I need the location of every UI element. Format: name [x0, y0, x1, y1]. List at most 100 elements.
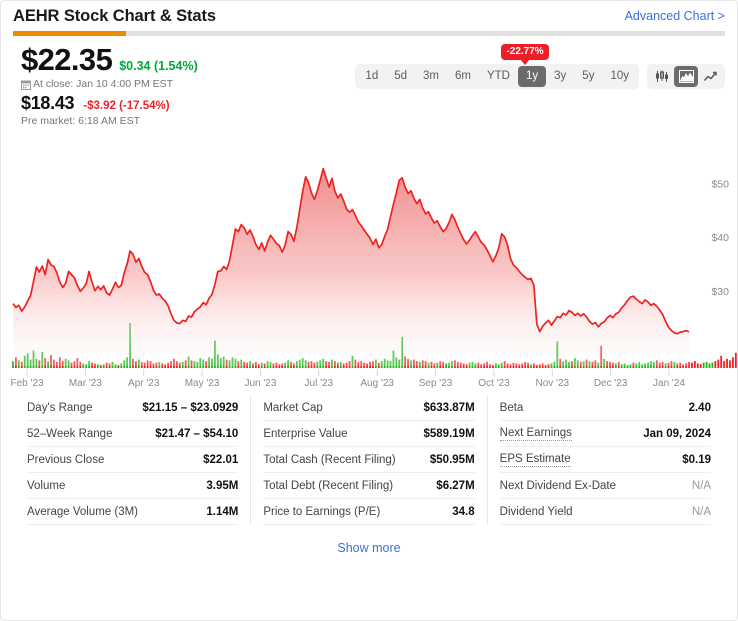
- x-axis-label: Dec '23: [593, 378, 628, 390]
- stat-value: 34.8: [452, 505, 475, 518]
- price-chart[interactable]: $30 $40 $50 Feb '23 Mar '23 Apr '23 May '23 Ju…: [1, 133, 737, 391]
- volume-bar: [723, 361, 726, 369]
- stat-label: Total Debt (Recent Filing): [263, 479, 394, 492]
- stat-label: Enterprise Value: [263, 427, 348, 440]
- premarket-price: $18.43: [21, 92, 75, 113]
- range-button-10y[interactable]: 10y: [602, 66, 637, 87]
- stat-label[interactable]: Next Earnings: [499, 427, 572, 441]
- volume-bar: [720, 355, 723, 369]
- period-change-badge: -22.77%: [501, 44, 549, 65]
- stat-value: 3.95M: [206, 479, 239, 492]
- stat-value: $50.95M: [429, 453, 475, 466]
- price-area: [13, 168, 689, 367]
- stat-value: Jan 09, 2024: [643, 427, 711, 440]
- stat-label: Price to Earnings (P/E): [263, 505, 381, 518]
- page-title: AEHR Stock Chart & Stats: [13, 6, 216, 25]
- x-axis-label: May '23: [184, 378, 220, 390]
- volume-bar: [714, 361, 717, 369]
- stat-value: 1.14M: [206, 505, 239, 518]
- chart-type-selector: [647, 64, 725, 89]
- stat-value: $21.47 – $54.10: [155, 427, 239, 440]
- quote-row: $22.35 $0.34 (1.54%) At close: Jan 10 4:…: [1, 36, 737, 127]
- stat-label: Average Volume (3M): [27, 505, 139, 518]
- advanced-chart-link[interactable]: Advanced Chart >: [625, 9, 725, 23]
- range-button-6m[interactable]: 6m: [447, 66, 479, 87]
- candlestick-chart-icon[interactable]: [650, 66, 674, 87]
- stat-row: Next Earnings Jan 09, 2024: [499, 421, 711, 448]
- stat-label: Volume: [27, 479, 66, 492]
- volume-bar: [717, 359, 720, 369]
- stat-label[interactable]: EPS Estimate: [499, 453, 571, 467]
- show-more-link[interactable]: Show more: [337, 541, 400, 555]
- quote-block: $22.35 $0.34 (1.54%) At close: Jan 10 4:…: [15, 42, 198, 128]
- volume-bar: [702, 362, 705, 369]
- range-button-5d[interactable]: 5d: [386, 66, 415, 87]
- x-axis-label: Sep '23: [418, 378, 453, 390]
- range-button-1d[interactable]: 1d: [357, 66, 386, 87]
- stat-label: Total Cash (Recent Filing): [263, 453, 396, 466]
- stat-value: N/A: [691, 479, 711, 492]
- stat-label: Dividend Yield: [499, 505, 573, 518]
- x-axis-label: Oct '23: [478, 378, 510, 390]
- volume-bar: [731, 357, 734, 369]
- range-button-3m[interactable]: 3m: [415, 66, 447, 87]
- range-button-3y[interactable]: 3y: [546, 66, 574, 87]
- volume-bar: [693, 361, 696, 369]
- volume-bar: [711, 362, 714, 369]
- range-button-1y[interactable]: 1y: [517, 66, 547, 87]
- stat-label: Day's Range: [27, 401, 93, 414]
- stat-label: Beta: [499, 401, 524, 414]
- y-axis-label: $40: [711, 232, 729, 244]
- range-button-5y[interactable]: 5y: [574, 66, 602, 87]
- range-button-ytd[interactable]: YTD: [479, 66, 518, 87]
- stat-row: Market Cap $633.87M: [263, 395, 475, 422]
- close-note-row: At close: Jan 10 4:00 PM EST: [21, 78, 198, 90]
- volume-bar: [726, 358, 728, 369]
- stat-row: Dividend Yield N/A: [499, 499, 711, 526]
- line-chart-icon[interactable]: [698, 66, 722, 87]
- stat-value: $633.87M: [423, 401, 475, 414]
- volume-bar: [691, 362, 693, 369]
- price-change: $0.34 (1.54%): [119, 59, 198, 73]
- x-axis-label: Feb '23: [10, 378, 44, 390]
- x-axis-label: Jun '23: [244, 378, 277, 390]
- stat-value: $6.27M: [436, 479, 475, 492]
- stat-label: Previous Close: [27, 453, 105, 466]
- stat-label: Next Dividend Ex-Date: [499, 479, 616, 492]
- x-axis-label: Jan '24: [653, 378, 685, 390]
- stat-row: Volume 3.95M: [27, 473, 239, 500]
- stats-grid: Day's Range $21.15 – $23.0929 52–Week Rang…: [1, 391, 737, 526]
- volume-bar: [708, 363, 711, 369]
- volume-bar: [699, 364, 702, 369]
- x-axis-label: Jul '23: [304, 378, 334, 390]
- close-note: At close: Jan 10 4:00 PM EST: [33, 77, 174, 90]
- current-price: $22.35: [21, 42, 113, 77]
- area-chart-icon[interactable]: [674, 66, 698, 87]
- calendar-icon: [21, 80, 31, 90]
- stat-row: Total Cash (Recent Filing) $50.95M: [263, 447, 475, 474]
- stat-row: 52–Week Range $21.47 – $54.10: [27, 421, 239, 448]
- x-axis-label: Mar '23: [68, 378, 102, 390]
- stats-column-1: Day's Range $21.15 – $23.0929 52–Week Rang…: [15, 395, 250, 526]
- stat-value: 2.40: [688, 401, 711, 414]
- stat-value: $0.19: [682, 453, 711, 466]
- stat-row: Price to Earnings (P/E) 34.8: [263, 499, 475, 526]
- price-line: $22.35 $0.34 (1.54%): [21, 42, 198, 77]
- x-axis-label: Apr '23: [128, 378, 160, 390]
- x-axis-label: Nov '23: [535, 378, 570, 390]
- volume-bar: [696, 363, 699, 369]
- premarket-note: Pre market: 6:18 AM EST: [21, 115, 141, 128]
- card-header: AEHR Stock Chart & Stats Advanced Chart …: [1, 1, 737, 31]
- stat-label: 52–Week Range: [27, 427, 113, 440]
- stat-row: Previous Close $22.01: [27, 447, 239, 474]
- stat-label: Market Cap: [263, 401, 323, 414]
- stat-value: $21.15 – $23.0929: [142, 401, 239, 414]
- stats-column-2: Market Cap $633.87M Enterprise Value $589.1…: [250, 395, 488, 526]
- y-axis-labels: $30 $40 $50: [711, 178, 729, 297]
- volume-bar: [705, 362, 708, 369]
- premarket-change: -$3.92 (-17.54%): [83, 99, 170, 112]
- y-axis-label: $30: [711, 286, 729, 298]
- stat-value: $589.19M: [423, 427, 475, 440]
- stat-row: EPS Estimate $0.19: [499, 447, 711, 474]
- x-axis-ticks: [26, 369, 670, 377]
